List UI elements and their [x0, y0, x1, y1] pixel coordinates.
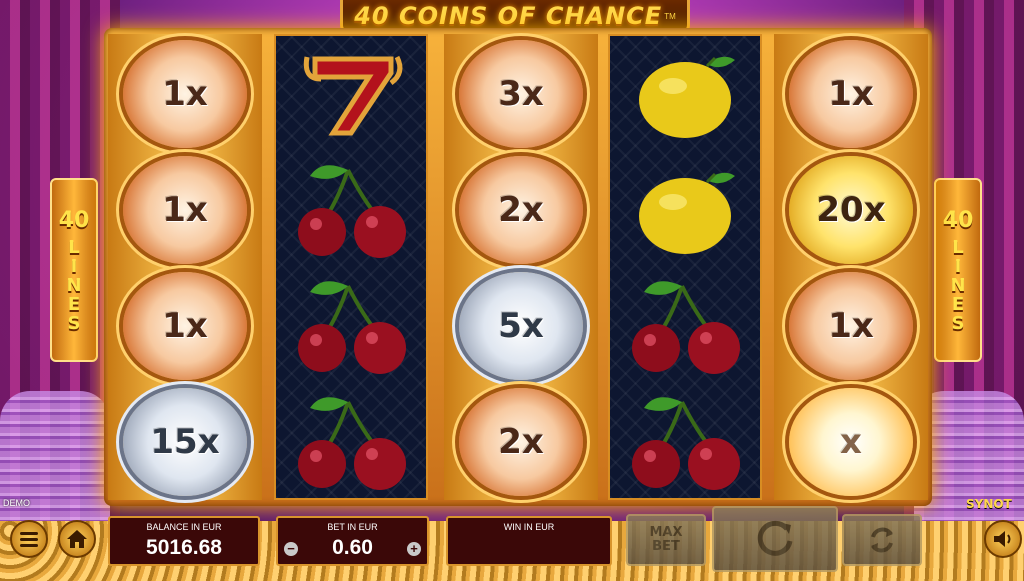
left-coin-pile: [0, 391, 110, 541]
max-bet-line1: MAX: [649, 525, 683, 540]
reel-2: [274, 34, 428, 500]
seven-icon: [293, 49, 413, 144]
multiplier-coin: 1x: [123, 272, 247, 380]
bet-value: 0.60: [332, 536, 373, 559]
multiplier-coin: 2x: [459, 156, 583, 264]
cherries-icon: [288, 160, 418, 265]
multiplier-coin: 3x: [459, 40, 583, 148]
lemon-icon: [627, 162, 747, 263]
coin-multiplier-label: 3x: [498, 74, 544, 114]
reel-cell: 5x: [444, 268, 598, 384]
reel-cell: [610, 38, 764, 154]
hamburger-icon: [20, 532, 38, 547]
max-bet-label: MAX BET: [649, 526, 682, 554]
cherries-icon: [288, 392, 418, 497]
cherries-icon: [622, 392, 752, 497]
lines-badge-right: 40 LINES: [934, 178, 982, 362]
multiplier-coin: 2x: [459, 388, 583, 496]
coin-multiplier-label: 1x: [162, 74, 208, 114]
reel-cell: [610, 386, 764, 502]
reel-cell: 1x: [108, 152, 262, 268]
bet-label: BET IN EUR: [327, 522, 378, 532]
reel-frame: 1x 1x 1x 15x 3x 2x 5x 2x 1x 20x 1x x: [104, 28, 932, 506]
reel-cell: [276, 38, 430, 154]
autoplay-button[interactable]: [842, 514, 922, 566]
reel-cell: 1x: [108, 268, 262, 384]
coin-multiplier-label: 1x: [162, 306, 208, 346]
reel-cell: 1x: [774, 268, 928, 384]
bet-decrease-button[interactable]: −: [284, 542, 298, 556]
multiplier-coin: 1x: [789, 272, 913, 380]
reel-cell: [276, 386, 430, 502]
bet-panel: BET IN EUR 0.60 − +: [276, 516, 429, 566]
multiplier-coin: 20x: [789, 156, 913, 264]
brand-logo: SYNOT: [966, 497, 1012, 511]
reel-cell: 1x: [774, 36, 928, 152]
reel-cell: 20x: [774, 152, 928, 268]
reel-5: 1x 20x 1x x: [774, 34, 928, 500]
max-bet-line2: BET: [652, 539, 680, 554]
lines-word-right: LINES: [947, 237, 969, 332]
balance-panel: BALANCE IN EUR 5016.68: [108, 516, 260, 566]
coin-multiplier-label: 1x: [828, 306, 874, 346]
reel-cell: 3x: [444, 36, 598, 152]
coin-multiplier-label: 1x: [828, 74, 874, 114]
reel-cell: [610, 154, 764, 270]
coin-multiplier-label: 20x: [816, 190, 886, 230]
coin-multiplier-label: 2x: [498, 190, 544, 230]
trademark-mark: TM: [664, 11, 676, 21]
reel-cell: 15x: [108, 384, 262, 500]
reel-cell: 1x: [108, 36, 262, 152]
home-icon: [67, 530, 87, 548]
multiplier-coin: 1x: [123, 40, 247, 148]
speaker-icon: [994, 531, 1011, 547]
reel-3: 3x 2x 5x 2x: [444, 34, 598, 500]
menu-button[interactable]: [10, 520, 48, 558]
multiplier-coin: 1x: [789, 40, 913, 148]
lemon-icon: [627, 46, 747, 147]
multiplier-coin: 5x: [459, 272, 583, 380]
balance-label: BALANCE IN EUR: [146, 522, 222, 532]
lines-number-right: 40: [942, 208, 974, 233]
spin-button[interactable]: [712, 506, 838, 572]
game-stage: 40 COINS OF CHANCE TM 40 LINES 40 LINES …: [0, 0, 1024, 581]
max-bet-button[interactable]: MAX BET: [626, 514, 706, 566]
spin-arrow-icon: [757, 520, 793, 556]
reel-cell: x: [774, 384, 928, 500]
cherries-icon: [622, 276, 752, 381]
reel-cell: 2x: [444, 152, 598, 268]
coin-multiplier-label: x: [840, 422, 862, 462]
autoplay-icon: [871, 527, 893, 553]
coin-multiplier-label: 15x: [150, 422, 220, 462]
win-panel: WIN IN EUR: [446, 516, 612, 566]
lines-badge-left: 40 LINES: [50, 178, 98, 362]
balance-value: 5016.68: [146, 536, 222, 559]
win-label: WIN IN EUR: [503, 522, 555, 532]
reel-cell: [610, 270, 764, 386]
coin-multiplier-label: 2x: [498, 422, 544, 462]
multiplier-coin: 15x: [123, 388, 247, 496]
lines-word-left: LINES: [63, 237, 85, 332]
sound-button[interactable]: [984, 520, 1022, 558]
multiplier-coin: x: [789, 388, 913, 496]
reel-1: 1x 1x 1x 15x: [108, 34, 262, 500]
demo-label: DEMO: [3, 498, 30, 508]
cherries-icon: [288, 276, 418, 381]
multiplier-coin: 1x: [123, 156, 247, 264]
coin-multiplier-label: 1x: [162, 190, 208, 230]
game-title: 40 COINS OF CHANCE: [354, 2, 663, 30]
home-button[interactable]: [58, 520, 96, 558]
reel-cell: 2x: [444, 384, 598, 500]
reel-cell: [276, 270, 430, 386]
coin-multiplier-label: 5x: [498, 306, 544, 346]
lines-number-left: 40: [58, 208, 90, 233]
reel-cell: [276, 154, 430, 270]
reel-4: [608, 34, 762, 500]
bet-increase-button[interactable]: +: [407, 542, 421, 556]
